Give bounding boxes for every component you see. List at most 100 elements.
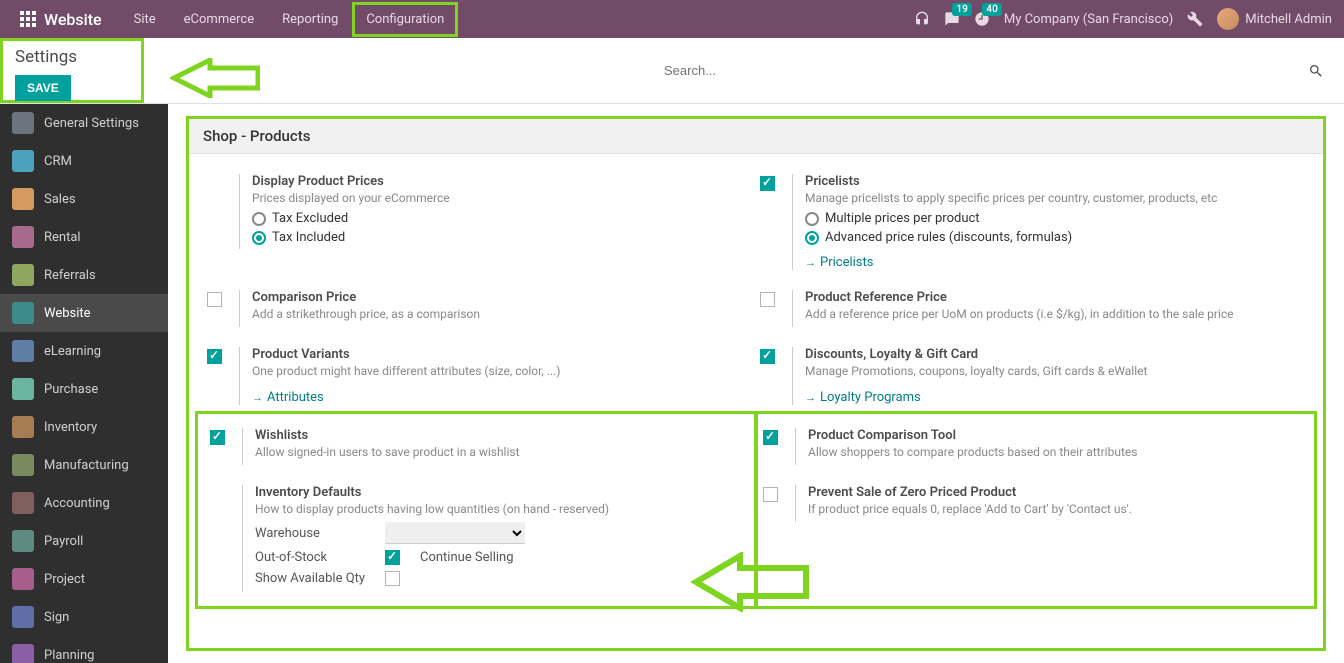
sidebar-item-label: Referrals <box>44 268 96 283</box>
setting-prevent-zero: Prevent Sale of Zero Priced Product If p… <box>759 475 1306 532</box>
nav-company[interactable]: My Company (San Francisco) <box>1004 12 1173 27</box>
checkbox-discounts[interactable] <box>760 349 775 364</box>
nav-menu-site[interactable]: Site <box>120 2 170 37</box>
setting-comparison-tool: Product Comparison Tool Allow shoppers t… <box>759 418 1306 475</box>
checkbox-reference-price[interactable] <box>760 292 775 307</box>
sidebar-item-project[interactable]: Project <box>0 560 168 598</box>
section-title: Shop - Products <box>189 119 1323 154</box>
sidebar-item-rental[interactable]: Rental <box>0 218 168 256</box>
checkbox-prevent-zero[interactable] <box>763 487 778 502</box>
top-navbar: Website Site eCommerce Reporting Configu… <box>0 0 1344 38</box>
nav-activities[interactable]: 40 <box>974 11 990 27</box>
sidebar-item-general-settings[interactable]: General Settings <box>0 104 168 142</box>
link-loyalty[interactable]: →Loyalty Programs <box>805 390 921 405</box>
app-icon <box>12 416 34 438</box>
nav-helpdesk[interactable] <box>914 11 930 27</box>
sidebar-item-label: Payroll <box>44 534 83 549</box>
sidebar-item-label: Sales <box>44 192 76 207</box>
sidebar-item-inventory[interactable]: Inventory <box>0 408 168 446</box>
app-icon <box>12 188 34 210</box>
sidebar-item-accounting[interactable]: Accounting <box>0 484 168 522</box>
setting-inventory-defaults: Inventory Defaults How to display produc… <box>206 475 753 602</box>
app-icon <box>12 226 34 248</box>
nav-menu-ecommerce[interactable]: eCommerce <box>170 2 268 37</box>
search-icon[interactable] <box>1308 63 1324 79</box>
checkbox-continue-selling[interactable] <box>385 550 400 565</box>
avatar <box>1217 8 1239 30</box>
sidebar-item-label: Accounting <box>44 496 110 511</box>
sidebar-item-sign[interactable]: Sign <box>0 598 168 636</box>
settings-content: Shop - Products Display Product Prices P… <box>168 104 1344 663</box>
link-pricelists[interactable]: →Pricelists <box>805 255 873 270</box>
apps-sidebar: General Settings CRM Sales Rental Referrals W… <box>0 104 168 663</box>
sidebar-item-purchase[interactable]: Purchase <box>0 370 168 408</box>
sidebar-item-label: Manufacturing <box>44 458 129 473</box>
radio-multi-prices[interactable]: Multiple prices per product <box>805 211 1305 226</box>
page-header: Settings SAVE DISCARD <box>0 38 1344 104</box>
setting-pricelists: Pricelists Manage pricelists to apply sp… <box>756 164 1309 280</box>
sidebar-item-referrals[interactable]: Referrals <box>0 256 168 294</box>
app-icon <box>12 150 34 172</box>
warehouse-select[interactable] <box>385 522 525 544</box>
nav-menu-configuration[interactable]: Configuration <box>352 2 458 37</box>
checkbox-comparison-tool[interactable] <box>763 430 778 445</box>
app-icon <box>12 454 34 476</box>
sidebar-item-planning[interactable]: Planning <box>0 636 168 663</box>
app-icon <box>12 606 34 628</box>
debug-icon[interactable] <box>1187 11 1203 27</box>
apps-grid-icon <box>20 11 36 27</box>
app-icon <box>12 112 34 134</box>
app-icon <box>12 530 34 552</box>
checkbox-pricelists[interactable] <box>760 176 775 191</box>
app-name: Website <box>44 10 102 29</box>
sidebar-item-label: Website <box>44 306 91 321</box>
save-button[interactable]: SAVE <box>15 75 71 101</box>
radio-tax-included[interactable]: Tax Included <box>252 230 752 245</box>
checkbox-wishlists[interactable] <box>210 430 225 445</box>
checkbox-variants[interactable] <box>207 349 222 364</box>
sidebar-item-payroll[interactable]: Payroll <box>0 522 168 560</box>
app-icon <box>12 644 34 663</box>
checkbox-show-available[interactable] <box>385 571 400 586</box>
radio-icon <box>805 212 819 226</box>
sidebar-item-label: Purchase <box>44 382 98 397</box>
sidebar-item-label: Rental <box>44 230 81 245</box>
arrow-right-icon: → <box>252 391 263 404</box>
setting-title: Display Product Prices <box>252 174 752 189</box>
app-icon <box>12 568 34 590</box>
sidebar-item-label: CRM <box>44 154 72 169</box>
app-icon <box>12 340 34 362</box>
radio-tax-excluded[interactable]: Tax Excluded <box>252 211 752 226</box>
sidebar-item-label: Inventory <box>44 420 97 435</box>
app-switcher[interactable]: Website <box>12 10 110 29</box>
sidebar-item-crm[interactable]: CRM <box>0 142 168 180</box>
sidebar-item-manufacturing[interactable]: Manufacturing <box>0 446 168 484</box>
nav-menu-reporting[interactable]: Reporting <box>268 2 352 37</box>
sidebar-item-sales[interactable]: Sales <box>0 180 168 218</box>
setting-variants: Product Variants One product might have … <box>203 337 756 415</box>
sidebar-item-elearning[interactable]: eLearning <box>0 332 168 370</box>
nav-messaging[interactable]: 19 <box>944 11 960 27</box>
nav-user[interactable]: Mitchell Admin <box>1217 8 1332 30</box>
app-icon <box>12 492 34 514</box>
link-attributes[interactable]: →Attributes <box>252 390 324 405</box>
sidebar-item-label: Planning <box>44 648 94 663</box>
app-icon <box>12 302 34 324</box>
activity-badge: 40 <box>982 3 1001 16</box>
setting-wishlists: Wishlists Allow signed-in users to save … <box>206 418 753 475</box>
page-title: Settings <box>15 47 129 67</box>
sidebar-item-website[interactable]: Website <box>0 294 168 332</box>
headset-icon <box>914 11 930 27</box>
app-icon <box>12 264 34 286</box>
radio-advanced-rules[interactable]: Advanced price rules (discounts, formula… <box>805 230 1305 245</box>
radio-icon <box>805 231 819 245</box>
search-input[interactable] <box>664 63 1308 78</box>
app-icon <box>12 378 34 400</box>
checkbox-comparison-price[interactable] <box>207 292 222 307</box>
arrow-right-icon: → <box>805 256 816 269</box>
arrow-right-icon: → <box>805 391 816 404</box>
sidebar-item-label: General Settings <box>44 116 139 131</box>
sidebar-item-label: eLearning <box>44 344 101 359</box>
sidebar-item-label: Project <box>44 572 85 587</box>
setting-display-prices: Display Product Prices Prices displayed … <box>203 164 756 280</box>
